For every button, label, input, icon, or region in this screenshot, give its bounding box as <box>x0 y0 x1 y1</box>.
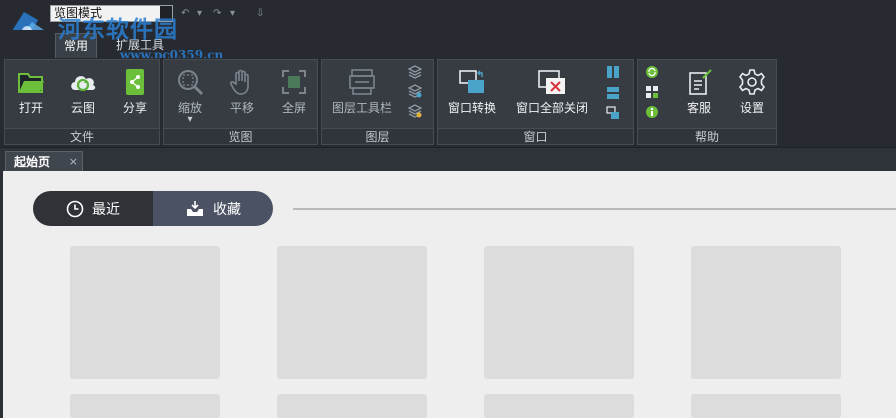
recent-file-placeholder[interactable] <box>691 394 841 418</box>
watermark-text: 河东软件园 <box>58 16 178 43</box>
customize-quick-access-icon[interactable]: ⇩ <box>256 8 264 20</box>
tab-recent[interactable]: 最近 <box>33 191 153 226</box>
inbox-download-icon <box>187 200 203 216</box>
redo-dropdown-icon[interactable]: ▾ <box>230 8 235 20</box>
share-icon <box>126 69 144 95</box>
recent-file-placeholder[interactable] <box>484 394 634 418</box>
settings-gear-icon <box>738 69 766 95</box>
pan-hand-icon <box>230 69 249 95</box>
customer-service-icon <box>689 69 712 95</box>
start-page-tabs: 最近 收藏 <box>33 191 273 226</box>
settings-button[interactable]: 设置 <box>730 64 774 126</box>
group-layer: 图层工具栏 图层 <box>321 59 434 145</box>
group-view: 缩放 ▾ 平移 全屏 览图 <box>163 59 318 145</box>
fullscreen-button[interactable]: 全屏 <box>272 64 316 126</box>
tab-favorites[interactable]: 收藏 <box>153 191 273 226</box>
recent-file-placeholder[interactable] <box>70 246 220 379</box>
close-all-windows-button[interactable]: 窗口全部关闭 <box>510 64 594 126</box>
tile-vertical-icon[interactable] <box>606 65 620 79</box>
recent-file-placeholder[interactable] <box>484 246 634 379</box>
zoom-icon <box>178 70 204 96</box>
cloud-sync-icon <box>71 76 96 92</box>
layer-stack-icon[interactable] <box>408 65 422 79</box>
window-switch-icon <box>459 70 484 93</box>
recent-file-placeholder[interactable] <box>691 246 841 379</box>
doc-tab-label: 起始页 <box>14 155 51 169</box>
folder-open-icon <box>18 73 44 93</box>
layer-visibility-icon[interactable] <box>408 84 422 98</box>
group-label-window: 窗口 <box>438 128 633 144</box>
ribbon: 打开 云图 分享 文件 缩放 ▾ 平移 全屏 览图 图层工具栏 图层 窗口转换 … <box>0 58 896 147</box>
zoom-button[interactable]: 缩放 ▾ <box>168 64 212 126</box>
group-help: 客服 设置 帮助 <box>637 59 777 145</box>
group-label-file: 文件 <box>5 128 159 144</box>
group-window: 窗口转换 窗口全部关闭 窗口 <box>437 59 634 145</box>
group-label-view: 览图 <box>164 128 317 144</box>
plugins-grid-icon[interactable] <box>645 85 659 99</box>
undo-icon[interactable]: ↶ <box>181 8 189 20</box>
customer-service-button[interactable]: 客服 <box>676 64 722 126</box>
window-switch-button[interactable]: 窗口转换 <box>442 64 502 126</box>
pan-button[interactable]: 平移 <box>220 64 264 126</box>
fullscreen-icon <box>282 70 306 94</box>
info-icon[interactable] <box>645 105 659 119</box>
tile-horizontal-icon[interactable] <box>606 86 620 100</box>
layer-toolbar-icon <box>349 69 375 95</box>
redo-icon[interactable]: ↷ <box>213 8 221 20</box>
doc-tab-close-icon[interactable]: × <box>69 154 78 170</box>
group-file: 打开 云图 分享 文件 <box>4 59 160 145</box>
recent-file-placeholder[interactable] <box>70 394 220 418</box>
update-icon[interactable] <box>645 65 659 79</box>
recent-file-placeholder[interactable] <box>277 246 427 379</box>
layer-toolbar-button[interactable]: 图层工具栏 <box>324 64 400 126</box>
tab-favorites-label: 收藏 <box>213 201 241 218</box>
cloud-button[interactable]: 云图 <box>61 64 105 126</box>
recent-file-placeholder[interactable] <box>277 394 427 418</box>
section-divider <box>293 208 896 210</box>
cascade-windows-icon[interactable] <box>606 106 620 120</box>
layer-lock-icon[interactable] <box>408 104 422 118</box>
open-button[interactable]: 打开 <box>9 64 53 126</box>
zoom-dropdown-icon[interactable]: ▾ <box>168 114 212 125</box>
start-page: 最近 收藏 <box>3 171 896 418</box>
close-all-windows-icon <box>538 70 565 94</box>
share-button[interactable]: 分享 <box>113 64 157 126</box>
undo-dropdown-icon[interactable]: ▾ <box>197 8 202 20</box>
doc-tab-start-page[interactable]: 起始页 × <box>5 151 83 172</box>
group-label-layer: 图层 <box>322 128 433 144</box>
group-label-help: 帮助 <box>638 128 776 144</box>
clock-icon <box>66 200 84 217</box>
tab-recent-label: 最近 <box>92 201 120 218</box>
document-tab-strip: 起始页 × <box>0 147 896 172</box>
